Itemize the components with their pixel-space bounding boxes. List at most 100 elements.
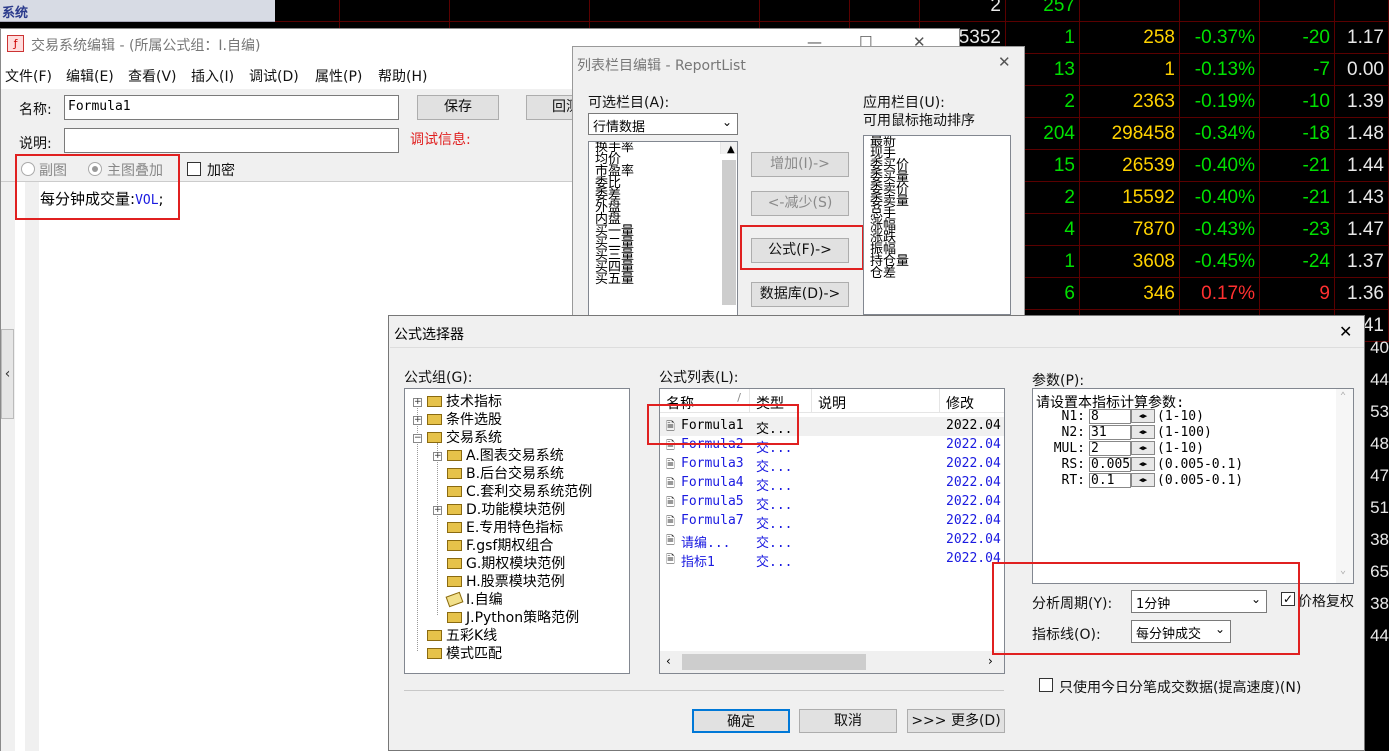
param-value-input[interactable]: 0.1 bbox=[1089, 473, 1131, 488]
formula-row[interactable]: 🗎 Formula4 交... 2022.04 bbox=[660, 474, 1004, 494]
radio-main-overlay[interactable] bbox=[88, 162, 102, 176]
scroll-thumb[interactable] bbox=[722, 160, 736, 305]
param-spinner-icon[interactable]: ◀▶ bbox=[1131, 441, 1155, 455]
tree-node-label: A.图表交易系统 bbox=[466, 448, 564, 464]
params-scroll-down-icon[interactable]: ⌄ bbox=[1340, 565, 1346, 576]
tree-node-label: I.自编 bbox=[466, 592, 503, 608]
available-list[interactable]: 换手率 均价 市盈率 委比 委差 外盘 内盘 买一量 买二量 买三量 买四量 买五量 ▲ bbox=[588, 141, 738, 316]
tree-node-label: G.期权模块范例 bbox=[466, 556, 566, 572]
today-only-checkbox[interactable] bbox=[1039, 678, 1053, 692]
formula-row[interactable]: 🗎 指标1 交... 2022.04 bbox=[660, 550, 1004, 570]
param-spinner-icon[interactable]: ◀▶ bbox=[1131, 425, 1155, 439]
param-value-input[interactable]: 2 bbox=[1089, 441, 1131, 456]
database-button[interactable]: 数据库(D)-> bbox=[751, 282, 849, 307]
quote-cell bbox=[1080, 0, 1180, 22]
quote-cell bbox=[340, 0, 450, 22]
available-item[interactable]: 买五量 bbox=[592, 273, 737, 286]
tree-node[interactable]: 条件选股 bbox=[427, 411, 502, 429]
period-chevron-icon: ⌄ bbox=[1250, 592, 1261, 606]
tree-node[interactable]: F.gsf期权组合 bbox=[447, 537, 553, 555]
tree-node[interactable]: H.股票模块范例 bbox=[447, 573, 565, 591]
tree-node[interactable]: C.套利交易系统范例 bbox=[447, 483, 592, 501]
formula-group-tree[interactable]: + 技术指标 + 条件选股 − 交易系统 + A.图表交易系统 B.后台交易系统 C.套利交易系统… bbox=[404, 388, 630, 674]
scroll-left-icon[interactable]: ‹ bbox=[666, 654, 671, 668]
tree-node[interactable]: 技术指标 bbox=[427, 393, 502, 411]
params-scroll-up-icon[interactable]: ⌃ bbox=[1340, 391, 1346, 402]
available-scrollbar[interactable]: ▲ bbox=[720, 142, 737, 305]
indicator-line-select[interactable]: 每分钟成交 ⌄ bbox=[1131, 620, 1231, 643]
tree-node[interactable]: 五彩K线 bbox=[427, 627, 497, 645]
desc-input[interactable] bbox=[64, 128, 399, 153]
quote-cell: -7 bbox=[1260, 54, 1335, 86]
tree-node[interactable]: I.自编 bbox=[445, 591, 503, 609]
remove-column-button[interactable]: <-减少(S) bbox=[751, 191, 849, 216]
col-header-name[interactable]: 名称 / bbox=[660, 389, 750, 413]
applied-list[interactable]: 最新 现手 委买价 委买量 委卖价 委卖量 总手 涨幅 涨跌 振幅 持仓量 仓差 bbox=[863, 135, 1011, 315]
name-input[interactable]: Formula1 bbox=[64, 95, 399, 120]
param-spinner-icon[interactable]: ◀▶ bbox=[1131, 473, 1155, 487]
formula-row[interactable]: 🗎 Formula2 交... 2022.04 bbox=[660, 436, 1004, 456]
formula-row[interactable]: 🗎 Formula1 交... 2022.04 bbox=[660, 417, 1004, 437]
tree-node[interactable]: G.期权模块范例 bbox=[447, 555, 565, 573]
ok-button[interactable]: 确定 bbox=[692, 709, 790, 733]
param-value-input[interactable]: 31 bbox=[1089, 425, 1131, 440]
col-header-desc[interactable]: 说明 bbox=[812, 389, 940, 413]
hscroll-thumb[interactable] bbox=[682, 654, 866, 670]
col-header-modified[interactable]: 修改 bbox=[940, 389, 1004, 413]
tree-node-label: 模式匹配 bbox=[446, 646, 502, 662]
tree-node[interactable]: D.功能模块范例 bbox=[447, 501, 565, 519]
tree-expand-icon[interactable]: − bbox=[413, 434, 422, 443]
tree-node[interactable]: 模式匹配 bbox=[427, 645, 502, 663]
more-button[interactable]: >>> 更多(D) bbox=[907, 709, 1005, 733]
menu-view[interactable]: 查看(V) bbox=[128, 66, 177, 86]
price-adjust-checkbox[interactable]: ✓ bbox=[1281, 592, 1295, 606]
tree-node[interactable]: A.图表交易系统 bbox=[447, 447, 564, 465]
system-tab-strip[interactable]: 系统 bbox=[0, 0, 275, 22]
params-scrollbar[interactable]: ⌃ ⌄ bbox=[1336, 389, 1353, 583]
report-close-icon[interactable]: ✕ bbox=[998, 53, 1011, 71]
period-select[interactable]: 1分钟 ⌄ bbox=[1131, 590, 1267, 613]
save-button[interactable]: 保存 bbox=[417, 95, 499, 120]
encrypt-checkbox[interactable] bbox=[187, 162, 201, 176]
tree-expand-icon[interactable]: + bbox=[433, 452, 442, 461]
formula-row[interactable]: 🗎 Formula3 交... 2022.04 bbox=[660, 455, 1004, 475]
code-line-1[interactable]: 每分钟成交量:VOL; bbox=[40, 188, 164, 209]
tree-node[interactable]: E.专用特色指标 bbox=[447, 519, 563, 537]
menu-properties[interactable]: 属性(P) bbox=[315, 66, 362, 86]
selector-close-icon[interactable]: ✕ bbox=[1339, 322, 1352, 341]
collapse-left-icon[interactable]: ‹ bbox=[1, 329, 14, 419]
tree-node[interactable]: J.Python策略范例 bbox=[447, 609, 579, 627]
param-spinner-icon[interactable]: ◀▶ bbox=[1131, 457, 1155, 471]
menu-help[interactable]: 帮助(H) bbox=[378, 66, 427, 86]
formula-row[interactable]: 🗎 Formula7 交... 2022.04 bbox=[660, 512, 1004, 532]
param-value-input[interactable]: 0.005 bbox=[1089, 457, 1131, 472]
applied-item[interactable]: 仓差 bbox=[867, 267, 1010, 280]
formula-button[interactable]: 公式(F)-> bbox=[751, 238, 849, 263]
formula-date: 2022.04 bbox=[946, 437, 1001, 452]
formula-row[interactable]: 🗎 请编... 交... 2022.04 bbox=[660, 531, 1004, 551]
menu-debug[interactable]: 调试(D) bbox=[249, 66, 299, 86]
col-header-type[interactable]: 类型 bbox=[750, 389, 812, 413]
menu-edit[interactable]: 编辑(E) bbox=[66, 66, 114, 86]
menu-file[interactable]: 文件(F) bbox=[5, 66, 52, 86]
param-spinner-icon[interactable]: ◀▶ bbox=[1131, 409, 1155, 423]
scroll-right-icon[interactable]: › bbox=[988, 654, 993, 668]
formula-list[interactable]: 名称 / 类型 说明 修改 🗎 Formula1 交... 2022.04 🗎 Formul… bbox=[659, 388, 1005, 674]
tree-expand-icon[interactable]: + bbox=[433, 506, 442, 515]
radio-sub-chart[interactable] bbox=[21, 162, 35, 176]
quote-cell bbox=[450, 0, 590, 22]
folder-icon bbox=[447, 576, 462, 587]
formula-row[interactable]: 🗎 Formula5 交... 2022.04 bbox=[660, 493, 1004, 513]
tree-expand-icon[interactable]: + bbox=[413, 416, 422, 425]
folder-icon bbox=[427, 648, 442, 659]
category-select[interactable]: 行情数据 ⌄ bbox=[588, 113, 738, 135]
tree-node[interactable]: B.后台交易系统 bbox=[447, 465, 564, 483]
horizontal-scrollbar[interactable]: ‹ › bbox=[660, 651, 1004, 673]
scroll-up-icon[interactable]: ▲ bbox=[724, 144, 735, 156]
add-column-button[interactable]: 增加(I)-> bbox=[751, 152, 849, 177]
tree-expand-icon[interactable]: + bbox=[413, 398, 422, 407]
cancel-button[interactable]: 取消 bbox=[799, 709, 897, 733]
tree-node[interactable]: 交易系统 bbox=[427, 429, 502, 447]
param-value-input[interactable]: 8 bbox=[1089, 409, 1131, 424]
menu-insert[interactable]: 插入(I) bbox=[191, 66, 234, 86]
